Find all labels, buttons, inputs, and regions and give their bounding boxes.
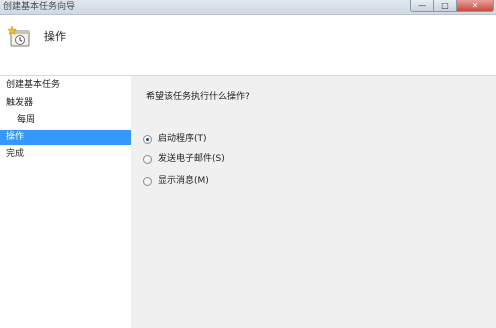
task-wizard-window: 创建基本任务向导 — □ ✕ 操作 创建基本任务 触发器 每周 操作 完成 希望… [0, 0, 496, 328]
step-label: 每周 [17, 115, 36, 125]
step-label: 完成 [6, 149, 25, 159]
window-title: 创建基本任务向导 [3, 2, 76, 12]
option-label: 启动程序(T) [158, 134, 207, 144]
window-controls: — □ ✕ [410, 0, 494, 12]
option-label: 显示消息(M) [158, 176, 209, 186]
action-panel: 希望该任务执行什么操作? 启动程序(T) 发送电子邮件(S) 显示消息(M) [131, 76, 496, 328]
minimize-button[interactable]: — [410, 0, 434, 12]
option-display-message[interactable]: 显示消息(M) [143, 174, 209, 188]
step-weekly[interactable]: 每周 [0, 113, 131, 128]
step-finish[interactable]: 完成 [0, 147, 131, 162]
title-bar[interactable]: 创建基本任务向导 — □ ✕ [0, 0, 496, 15]
wizard-header: 操作 [0, 15, 496, 76]
action-question: 希望该任务执行什么操作? [146, 92, 250, 102]
radio-send-email[interactable] [143, 154, 152, 164]
task-wizard-icon [8, 25, 30, 47]
step-label: 触发器 [6, 98, 34, 108]
radio-display-message[interactable] [143, 176, 152, 186]
page-heading: 操作 [44, 30, 66, 43]
step-label: 操作 [6, 132, 25, 142]
radio-start-program[interactable] [143, 134, 152, 144]
option-label: 发送电子邮件(S) [158, 154, 225, 164]
close-button[interactable]: ✕ [457, 0, 494, 12]
option-start-program[interactable]: 启动程序(T) [143, 132, 207, 146]
wizard-steps-sidebar: 创建基本任务 触发器 每周 操作 完成 [0, 76, 131, 328]
maximize-button[interactable]: □ [434, 0, 457, 12]
option-send-email[interactable]: 发送电子邮件(S) [143, 152, 225, 166]
step-action[interactable]: 操作 [0, 130, 131, 145]
step-label: 创建基本任务 [6, 80, 61, 90]
step-trigger[interactable]: 触发器 [0, 96, 131, 111]
step-create-basic-task[interactable]: 创建基本任务 [0, 78, 131, 93]
